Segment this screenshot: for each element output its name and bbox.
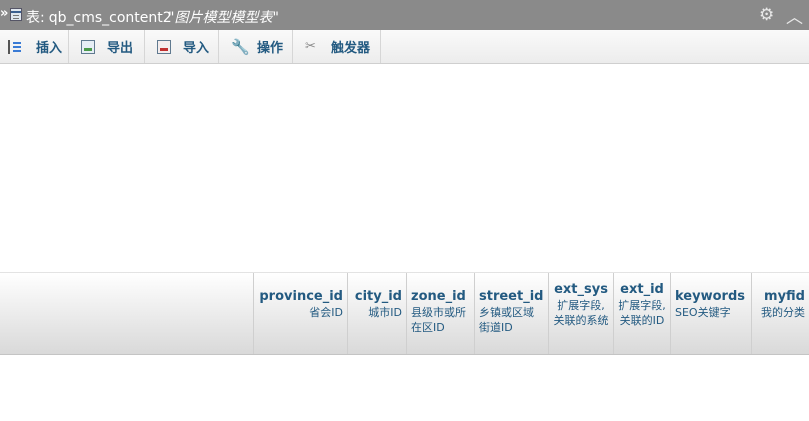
column-header-ext-id[interactable]: ext_id 扩展字段,关联的ID	[613, 273, 670, 354]
column-comment: 扩展字段,关联的系统	[553, 299, 609, 327]
column-header-zone-id[interactable]: zone_id 县级市或所在区ID	[406, 273, 474, 354]
column-name: myfid	[764, 289, 805, 304]
table-name: qb_cms_content2	[48, 10, 172, 26]
column-header-keywords[interactable]: keywords SEO关键字	[670, 273, 751, 354]
column-header-city-id[interactable]: city_id 城市ID	[347, 273, 406, 354]
export-label: 导出	[107, 41, 134, 56]
column-header-ext-sys[interactable]: ext_sys 扩展字段,关联的系统	[548, 273, 613, 354]
column-name: ext_sys	[554, 282, 608, 297]
column-comment: 乡镇或区域街道ID	[479, 306, 534, 334]
wrench-icon: 🔧	[231, 37, 250, 56]
column-header-myfid[interactable]: myfid 我的分类	[751, 273, 809, 354]
insert-label: 插入	[36, 41, 63, 56]
column-comment: 城市ID	[368, 306, 402, 319]
triggers-label: 触发器	[331, 41, 371, 56]
column-name: ext_id	[620, 282, 664, 297]
column-name: keywords	[675, 289, 745, 304]
insert-button[interactable]: 插入	[0, 30, 69, 63]
column-comment: 省会ID	[309, 306, 343, 319]
column-name: zone_id	[411, 289, 466, 304]
column-comment: 县级市或所在区ID	[411, 306, 466, 334]
column-name: city_id	[354, 289, 402, 304]
table-title-bar: » 表: qb_cms_content2 "图片模型模型表" ⚙ ︿	[0, 0, 809, 30]
column-comment: SEO关键字	[675, 306, 731, 319]
table-label: 表:	[26, 10, 45, 26]
column-name: province_id	[259, 289, 343, 304]
export-button[interactable]: 导出	[69, 30, 145, 63]
trigger-icon: ✂	[305, 38, 316, 54]
table-comment: "图片模型模型表"	[168, 10, 279, 26]
column-header-street-id[interactable]: street_id 乡镇或区域街道ID	[474, 273, 548, 354]
import-icon	[157, 39, 171, 54]
insert-icon	[8, 39, 24, 54]
export-icon	[81, 39, 95, 54]
table-toolbar: 插入 导出 导入 🔧 操作 ✂ 触发器	[0, 30, 809, 64]
collapse-icon[interactable]: ︿	[786, 3, 803, 28]
column-header-province-id[interactable]: province_id 省会ID	[253, 273, 347, 354]
import-button[interactable]: 导入	[145, 30, 219, 63]
column-comment: 扩展字段,关联的ID	[618, 299, 666, 327]
table-icon	[10, 8, 22, 21]
column-name: street_id	[479, 289, 544, 304]
operations-button[interactable]: 🔧 操作	[219, 30, 293, 63]
table-title: 表: qb_cms_content2	[26, 7, 172, 27]
operations-label: 操作	[257, 41, 284, 56]
import-label: 导入	[183, 41, 210, 56]
column-comment: 我的分类	[761, 306, 805, 319]
triggers-button[interactable]: ✂ 触发器	[293, 30, 381, 63]
table-header-row: province_id 省会ID city_id 城市ID zone_id 县级…	[0, 272, 809, 355]
breadcrumb-arrow: »	[0, 6, 9, 21]
gear-icon[interactable]: ⚙	[759, 5, 774, 25]
